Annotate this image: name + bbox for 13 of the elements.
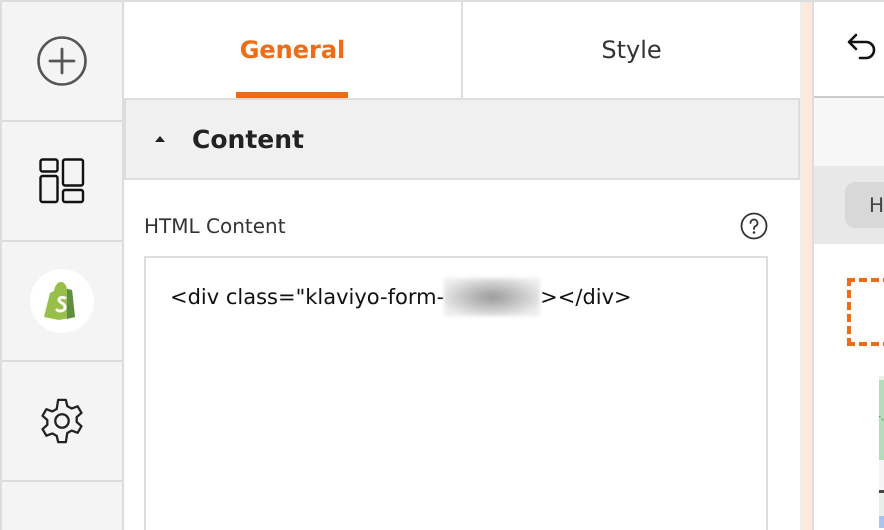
help-icon[interactable]	[740, 212, 768, 240]
scrollbar-track[interactable]	[800, 2, 814, 530]
section-header[interactable]: Content	[124, 100, 800, 180]
caret-icon	[154, 135, 166, 143]
code-text: <div class="klaviyo-form-	[170, 285, 444, 309]
canvas-header	[814, 98, 884, 166]
field-label: HTML Content	[144, 214, 286, 238]
preview-button[interactable]: H	[845, 182, 884, 228]
code-field[interactable]: <div class="klaviyo-form- ></div>	[144, 256, 768, 530]
shopping-bag-icon[interactable]	[30, 269, 94, 333]
add-icon[interactable]	[36, 35, 88, 87]
code-text: ></div>	[540, 285, 632, 309]
layout-icon[interactable]	[39, 158, 85, 204]
